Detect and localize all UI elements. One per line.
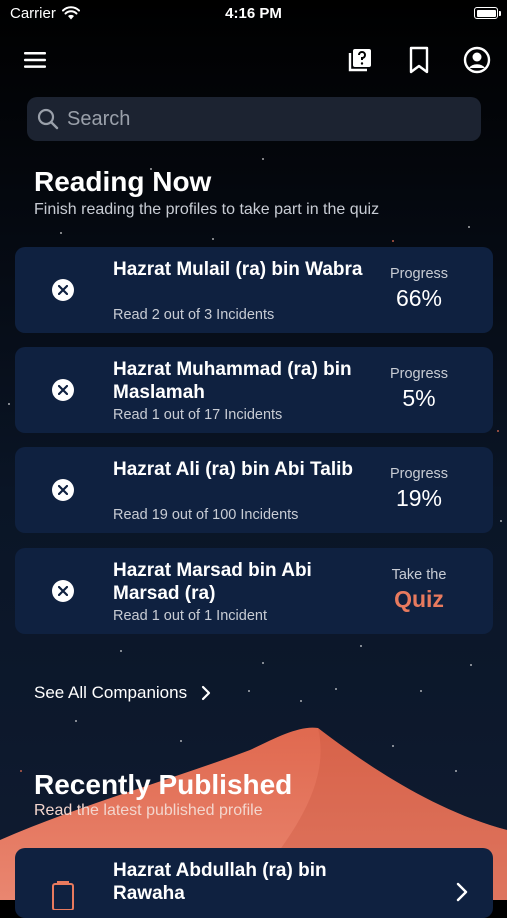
profile-icon [463, 46, 491, 74]
read-count: Read 19 out of 100 Incidents [113, 507, 299, 523]
search-bar[interactable] [27, 97, 481, 141]
menu-button[interactable] [20, 45, 50, 75]
progress-label: Progress [389, 366, 449, 382]
quiz-question-icon [348, 49, 371, 72]
close-icon [58, 385, 68, 395]
profile-name: Hazrat Marsad bin Abi Marsad (ra) [113, 560, 312, 604]
quiz-button[interactable] [345, 45, 375, 75]
published-card[interactable]: Hazrat Abdullah (ra) bin Rawaha [15, 848, 493, 918]
close-icon [58, 285, 68, 295]
profile-name: Hazrat Ali (ra) bin Abi Talib [113, 459, 353, 480]
book-icon [52, 881, 74, 910]
progress-value: 66% [395, 285, 443, 311]
battery-icon [474, 7, 498, 19]
chevron-right-icon [201, 685, 211, 701]
quiz-link[interactable]: Quiz [374, 586, 464, 613]
read-count: Read 1 out of 17 Incidents [113, 407, 283, 423]
remove-button[interactable] [52, 580, 74, 602]
progress-value: 19% [395, 485, 443, 511]
take-the-label: Take the [391, 567, 447, 583]
recently-published-subtitle: Read the latest published profile [34, 802, 263, 819]
battery-tip [499, 11, 501, 16]
profile-name: Hazrat Muhammad (ra) bin Maslamah [113, 359, 352, 403]
profile-button[interactable] [462, 45, 492, 75]
profile-name: Hazrat Mulail (ra) bin Wabra [113, 259, 363, 280]
reading-card[interactable]: Hazrat Marsad bin Abi Marsad (ra) Read 1… [15, 548, 493, 634]
status-bar: Carrier 4:16 PM [0, 0, 507, 30]
close-icon [58, 485, 68, 495]
reading-card[interactable]: Hazrat Mulail (ra) bin Wabra Read 2 out … [15, 247, 493, 333]
read-count: Read 1 out of 1 Incident [113, 608, 267, 624]
progress-value: 5% [402, 385, 436, 411]
bookmark-button[interactable] [404, 45, 434, 75]
progress-label: Progress [389, 266, 449, 282]
reading-card[interactable]: Hazrat Muhammad (ra) bin Maslamah Read 1… [15, 347, 493, 433]
remove-button[interactable] [52, 479, 74, 501]
status-time: 4:16 PM [225, 5, 282, 22]
remove-button[interactable] [52, 279, 74, 301]
search-input[interactable] [65, 106, 459, 132]
search-icon [37, 108, 59, 130]
profile-name: Hazrat Abdullah (ra) bin Rawaha [113, 860, 327, 904]
progress-label: Progress [389, 466, 449, 482]
reading-now-subtitle: Finish reading the profiles to take part… [34, 201, 380, 218]
read-count: Read 2 out of 3 Incidents [113, 307, 275, 323]
reading-card[interactable]: Hazrat Ali (ra) bin Abi Talib Read 19 ou… [15, 447, 493, 533]
chevron-right-icon [456, 882, 468, 902]
menu-icon [24, 52, 46, 68]
reading-now-title: Reading Now [34, 166, 212, 197]
see-all-label: See All Companions [34, 683, 188, 702]
bookmark-icon [409, 46, 429, 74]
see-all-companions-link[interactable]: See All Companions [34, 683, 213, 703]
recently-published-title: Recently Published [34, 769, 293, 800]
close-icon [58, 586, 68, 596]
remove-button[interactable] [52, 379, 74, 401]
